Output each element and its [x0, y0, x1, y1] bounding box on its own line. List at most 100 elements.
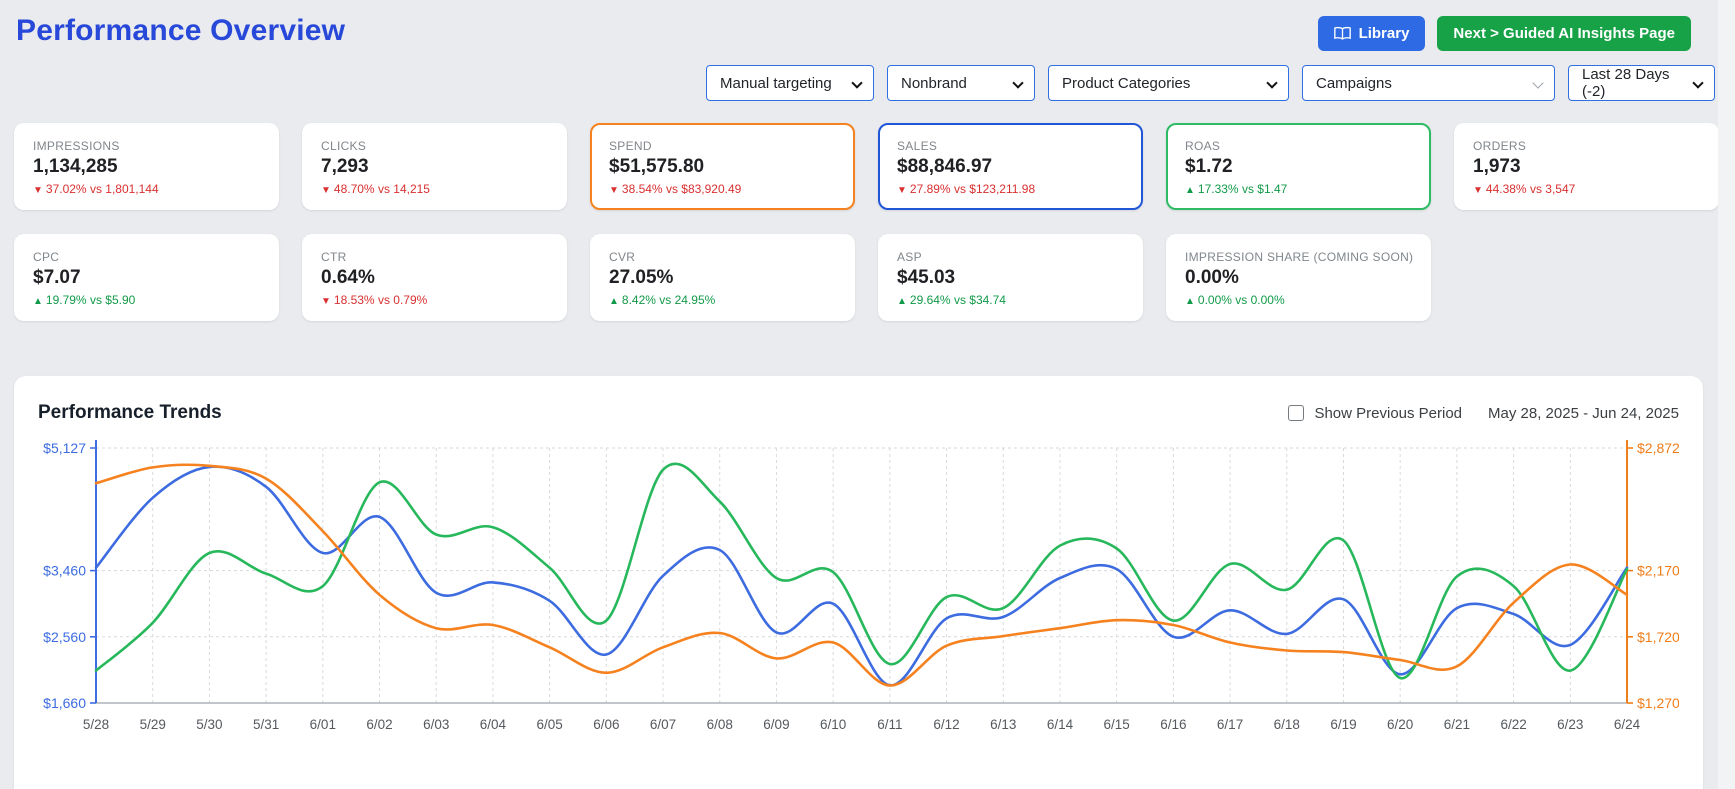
x-axis-label: 6/21 [1444, 717, 1470, 732]
chart-header: Performance Trends Show Previous Period … [38, 402, 1679, 424]
kpi-change-text: 19.79% vs $5.90 [45, 293, 136, 307]
kpi-change-text: 38.54% vs $83,920.49 [621, 182, 742, 196]
kpi-card-cvr[interactable]: CVR 27.05% ▲ 8.42% vs 24.95% [590, 234, 855, 321]
kpi-label: CLICKS [321, 139, 367, 153]
kpi-change-text: 17.33% vs $1.47 [1197, 182, 1288, 196]
filter-selected-value: Last 28 Days (-2) [1582, 66, 1670, 100]
performance-trends-chart: $5,127 $3,460 $2,560 $1,660 $2,872 $2,170 $1,7… [43, 440, 1680, 732]
kpi-card-asp[interactable]: ASP $45.03 ▲ 29.64% vs $34.74 [878, 234, 1143, 321]
kpi-change-text: 48.70% vs 14,215 [333, 182, 430, 196]
chart-title: Performance Trends [38, 402, 222, 423]
kpi-label: SALES [897, 139, 938, 153]
kpi-card-impression-share-coming-soon-[interactable]: IMPRESSION SHARE (COMING SOON) 0.00% ▲ 0.00… [1166, 234, 1431, 321]
kpi-label: IMPRESSION SHARE (COMING SOON) [1185, 250, 1414, 264]
left-axis-tick-label: $2,560 [43, 629, 86, 645]
date-range-label: May 28, 2025 - Jun 24, 2025 [1488, 404, 1679, 422]
next-guided-ai-insights-button[interactable]: Next > Guided AI Insights Page [1437, 16, 1691, 51]
kpi-change-down: ▼ 18.53% vs 0.79% [321, 293, 548, 307]
x-axis-label: 6/15 [1104, 717, 1130, 732]
library-button-label: Library [1358, 25, 1410, 42]
x-axis-label: 6/17 [1217, 717, 1243, 732]
kpi-change-text: 18.53% vs 0.79% [333, 293, 428, 307]
kpi-card-spend[interactable]: SPEND $51,575.80 ▼ 38.54% vs $83,920.49 [590, 123, 855, 210]
plot-area[interactable]: $5,127 $3,460 $2,560 $1,660 $2,872 $2,170 $1,7… [38, 428, 1680, 751]
x-axis-label: 6/02 [366, 717, 392, 732]
triangle-down-icon: ▼ [1473, 185, 1483, 196]
filter-select-product-categories[interactable]: Product Categories [1048, 65, 1289, 101]
show-previous-period-label: Show Previous Period [1314, 404, 1463, 422]
x-axis-label: 6/23 [1557, 717, 1583, 732]
right-axis-tick-label: $2,872 [1637, 440, 1679, 456]
right-axis-tick-label: $1,270 [1637, 695, 1679, 711]
filter-select-nonbrand[interactable]: Nonbrand [887, 65, 1035, 101]
triangle-up-icon: ▲ [1185, 185, 1195, 196]
kpi-card-orders[interactable]: ORDERS 1,973 ▼ 44.38% vs 3,547 [1454, 123, 1719, 210]
kpi-change-text: 29.64% vs $34.74 [909, 293, 1006, 307]
triangle-down-icon: ▼ [897, 185, 907, 196]
kpi-value: 0.00% [1185, 267, 1239, 288]
kpi-value: $45.03 [897, 267, 956, 288]
header-buttons: Library Next > Guided AI Insights Page [1317, 16, 1691, 51]
triangle-down-icon: ▼ [321, 296, 331, 307]
kpi-value: 7,293 [321, 156, 369, 177]
vertical-scrollbar[interactable] [1718, 0, 1735, 789]
kpi-change-text: 27.89% vs $123,211.98 [909, 182, 1036, 196]
kpi-value: 1,134,285 [33, 156, 118, 177]
x-axis-label: 6/24 [1614, 717, 1641, 732]
x-axis-label: 6/18 [1274, 717, 1300, 732]
kpi-value: 27.05% [609, 267, 674, 288]
kpi-card-clicks[interactable]: CLICKS 7,293 ▼ 48.70% vs 14,215 [302, 123, 567, 210]
kpi-value: 1,973 [1473, 156, 1521, 177]
filter-selected-value: Manual targeting [720, 74, 832, 92]
x-axis-label: 6/05 [536, 717, 562, 732]
x-axis-label: 6/19 [1330, 717, 1356, 732]
kpi-card-roas[interactable]: ROAS $1.72 ▲ 17.33% vs $1.47 [1166, 123, 1431, 210]
kpi-change-text: 8.42% vs 24.95% [621, 293, 716, 307]
triangle-up-icon: ▲ [33, 296, 43, 307]
left-axis-tick-label: $3,460 [43, 563, 86, 579]
x-axis-label: 6/14 [1047, 717, 1074, 732]
blue-series-line [94, 465, 1629, 687]
kpi-card-sales[interactable]: SALES $88,846.97 ▼ 27.89% vs $123,211.98 [878, 123, 1143, 210]
filter-select-last-28-days-2-[interactable]: Last 28 Days (-2) [1568, 65, 1715, 101]
library-button[interactable]: Library [1317, 16, 1426, 51]
kpi-row-2: CPC $7.07 ▲ 19.79% vs $5.90 CTR 0.64% ▼ 18.53% … [0, 234, 1735, 321]
kpi-value: 0.64% [321, 267, 375, 288]
kpi-change-down: ▼ 27.89% vs $123,211.98 [897, 182, 1124, 196]
kpi-label: IMPRESSIONS [33, 139, 120, 153]
filter-select-manual-targeting[interactable]: Manual targeting [706, 65, 874, 101]
left-axis-tick-label: $5,127 [43, 440, 86, 456]
kpi-change-down: ▼ 48.70% vs 14,215 [321, 182, 548, 196]
x-axis-label: 5/31 [253, 717, 279, 732]
filter-selected-value: Product Categories [1062, 74, 1191, 92]
kpi-change-down: ▼ 38.54% vs $83,920.49 [609, 182, 836, 196]
x-axis-label: 6/16 [1160, 717, 1186, 732]
chart-header-controls: Show Previous Period May 28, 2025 - Jun … [1288, 405, 1679, 422]
x-axis-label: 5/28 [83, 717, 109, 732]
x-axis-label: 6/04 [480, 717, 507, 732]
x-axis-label: 6/22 [1500, 717, 1526, 732]
filter-select-campaigns[interactable]: Campaigns [1302, 65, 1555, 101]
kpi-card-cpc[interactable]: CPC $7.07 ▲ 19.79% vs $5.90 [14, 234, 279, 321]
kpi-change-down: ▼ 37.02% vs 1,801,144 [33, 182, 260, 196]
next-button-label: Next > Guided AI Insights Page [1453, 25, 1675, 42]
kpi-change-up: ▲ 29.64% vs $34.74 [897, 293, 1124, 307]
filter-selected-value: Campaigns [1316, 74, 1392, 92]
kpi-card-impressions[interactable]: IMPRESSIONS 1,134,285 ▼ 37.02% vs 1,801,144 [14, 123, 279, 210]
right-axis-tick-label: $1,720 [1637, 629, 1679, 645]
x-axis-label: 6/11 [877, 717, 902, 732]
x-axis-label: 6/08 [707, 717, 733, 732]
kpi-change-up: ▲ 17.33% vs $1.47 [1185, 182, 1412, 196]
book-icon [1333, 26, 1351, 41]
kpi-value: $51,575.80 [609, 156, 705, 177]
kpi-change-up: ▲ 0.00% vs 0.00% [1185, 293, 1412, 307]
kpi-change-text: 37.02% vs 1,801,144 [45, 182, 159, 196]
orange-series-line [94, 463, 1629, 687]
show-previous-period-checkbox[interactable] [1288, 405, 1305, 421]
x-axis-label: 6/07 [650, 717, 676, 732]
kpi-card-ctr[interactable]: CTR 0.64% ▼ 18.53% vs 0.79% [302, 234, 567, 321]
kpi-label: CTR [321, 250, 347, 264]
x-axis-label: 6/09 [763, 717, 789, 732]
x-axis-label: 6/12 [933, 717, 959, 732]
kpi-label: SPEND [609, 139, 652, 153]
